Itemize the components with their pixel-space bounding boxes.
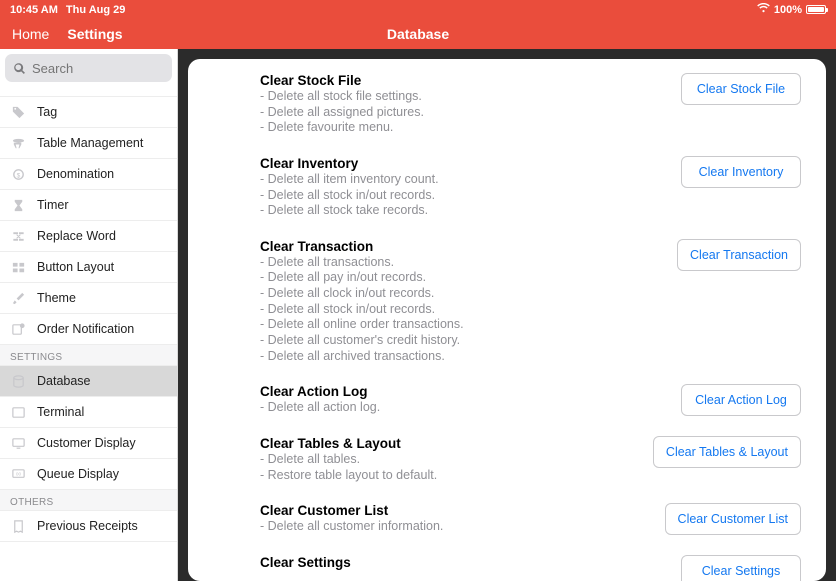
terminal-icon: [10, 404, 27, 421]
group-title: Clear Tables & Layout: [260, 436, 638, 451]
sidebar-item-previous-receipts[interactable]: Previous Receipts: [0, 511, 177, 542]
svg-text:$: $: [17, 172, 21, 179]
group-desc-line: - Delete all stock take records.: [260, 203, 666, 219]
clear-transaction-button[interactable]: Clear Transaction: [677, 239, 801, 271]
svg-text:00: 00: [16, 471, 22, 476]
coin-icon: $: [10, 166, 27, 183]
group-desc-line: - Delete all online order transactions.: [260, 317, 662, 333]
group-title: Clear Settings: [260, 555, 666, 570]
sidebar-item-queue-display[interactable]: 00 Queue Display: [0, 459, 177, 490]
sidebar-item-button-layout[interactable]: Button Layout: [0, 252, 177, 283]
sidebar-item-label: Denomination: [37, 167, 114, 181]
sidebar-item-denomination[interactable]: $ Denomination: [0, 159, 177, 190]
group-desc-line: - Delete all stock file settings.: [260, 89, 666, 105]
group-clear-stock-file: Clear Stock File- Delete all stock file …: [260, 73, 801, 136]
group-clear-settings: Clear Settings Clear Settings: [260, 555, 801, 581]
nav-home[interactable]: Home: [12, 26, 49, 42]
clear-customer-list-button[interactable]: Clear Customer List: [665, 503, 801, 535]
sidebar-item-label: Theme: [37, 291, 76, 305]
receipt-icon: [10, 518, 27, 535]
content-card: Clear Stock File- Delete all stock file …: [188, 59, 826, 581]
group-title: Clear Stock File: [260, 73, 666, 88]
sidebar-item-tag[interactable]: Tag: [0, 97, 177, 128]
section-header-settings: SETTINGS: [0, 345, 177, 366]
group-desc-line: - Delete all pay in/out records.: [260, 270, 662, 286]
tag-icon: [10, 104, 27, 121]
sidebar-item-customer-display[interactable]: Customer Display: [0, 428, 177, 459]
group-clear-action-log: Clear Action Log- Delete all action log.…: [260, 384, 801, 416]
search-icon: [13, 62, 26, 75]
sidebar-item-label: Tag: [37, 105, 57, 119]
group-title: Clear Action Log: [260, 384, 666, 399]
group-desc-line: - Delete all archived transactions.: [260, 349, 662, 365]
sidebar-item-theme[interactable]: Theme: [0, 283, 177, 314]
database-icon: [10, 373, 27, 390]
replace-icon: [10, 228, 27, 245]
group-desc-line: - Delete all stock in/out records.: [260, 302, 662, 318]
sidebar-item-table-management[interactable]: Table Management: [0, 128, 177, 159]
group-title: Clear Inventory: [260, 156, 666, 171]
group-desc-line: - Delete all tables.: [260, 452, 638, 468]
group-desc-line: - Delete all transactions.: [260, 255, 662, 271]
sidebar-item-label: Button Layout: [37, 260, 114, 274]
section-header-others: OTHERS: [0, 490, 177, 511]
group-clear-customer-list: Clear Customer List- Delete all customer…: [260, 503, 801, 535]
group-desc-line: - Delete favourite menu.: [260, 120, 666, 136]
group-title: Clear Transaction: [260, 239, 662, 254]
sidebar-item-cutoff[interactable]: [0, 87, 177, 97]
clear-action-log-button[interactable]: Clear Action Log: [681, 384, 801, 416]
group-desc-line: - Delete all customer's credit history.: [260, 333, 662, 349]
group-clear-transaction: Clear Transaction- Delete all transactio…: [260, 239, 801, 364]
sidebar-item-terminal[interactable]: Terminal: [0, 397, 177, 428]
sidebar-item-database[interactable]: Database: [0, 366, 177, 397]
search-field[interactable]: [5, 54, 172, 82]
sidebar-item-timer[interactable]: Timer: [0, 190, 177, 221]
group-desc-line: - Delete all item inventory count.: [260, 172, 666, 188]
sidebar: Tag Table Management $ Denomination Timer Rep…: [0, 49, 178, 581]
group-clear-tables-layout: Clear Tables & Layout- Delete all tables…: [260, 436, 801, 483]
group-desc-line: - Restore table layout to default.: [260, 468, 638, 484]
group-desc-line: - Delete all assigned pictures.: [260, 105, 666, 121]
battery-icon: [806, 5, 826, 14]
nav-settings[interactable]: Settings: [67, 26, 122, 42]
status-bar: 10:45 AM Thu Aug 29 100%: [0, 0, 836, 19]
sidebar-item-label: Queue Display: [37, 467, 119, 481]
group-clear-inventory: Clear Inventory- Delete all item invento…: [260, 156, 801, 219]
notification-icon: [10, 321, 27, 338]
nav-bar: Home Settings Database: [0, 19, 836, 49]
group-desc-line: - Delete all clock in/out records.: [260, 286, 662, 302]
clear-inventory-button[interactable]: Clear Inventory: [681, 156, 801, 188]
group-desc-line: - Delete all stock in/out records.: [260, 188, 666, 204]
sidebar-item-order-notification[interactable]: Order Notification: [0, 314, 177, 345]
status-date: Thu Aug 29: [66, 4, 125, 16]
group-desc-line: - Delete all customer information.: [260, 519, 650, 535]
sidebar-item-label: Replace Word: [37, 229, 116, 243]
status-battery-percent: 100%: [774, 4, 802, 16]
sidebar-item-label: Table Management: [37, 136, 143, 150]
brush-icon: [10, 290, 27, 307]
clear-stock-file-button[interactable]: Clear Stock File: [681, 73, 801, 105]
table-icon: [10, 135, 27, 152]
sidebar-item-label: Previous Receipts: [37, 519, 138, 533]
clear-tables-layout-button[interactable]: Clear Tables & Layout: [653, 436, 801, 468]
clear-settings-button[interactable]: Clear Settings: [681, 555, 801, 581]
display-icon: [10, 435, 27, 452]
sidebar-item-label: Database: [37, 374, 91, 388]
group-desc-line: - Delete all action log.: [260, 400, 666, 416]
nav-title: Database: [387, 26, 449, 42]
wifi-icon: [757, 3, 770, 16]
status-time: 10:45 AM: [10, 4, 58, 16]
main-area: Clear Stock File- Delete all stock file …: [178, 49, 836, 581]
hourglass-icon: [10, 197, 27, 214]
sidebar-item-label: Order Notification: [37, 322, 134, 336]
queue-icon: 00: [10, 466, 27, 483]
sidebar-item-label: Terminal: [37, 405, 84, 419]
sidebar-item-label: Customer Display: [37, 436, 136, 450]
sidebar-item-replace-word[interactable]: Replace Word: [0, 221, 177, 252]
grid-icon: [10, 259, 27, 276]
group-title: Clear Customer List: [260, 503, 650, 518]
sidebar-item-label: Timer: [37, 198, 68, 212]
